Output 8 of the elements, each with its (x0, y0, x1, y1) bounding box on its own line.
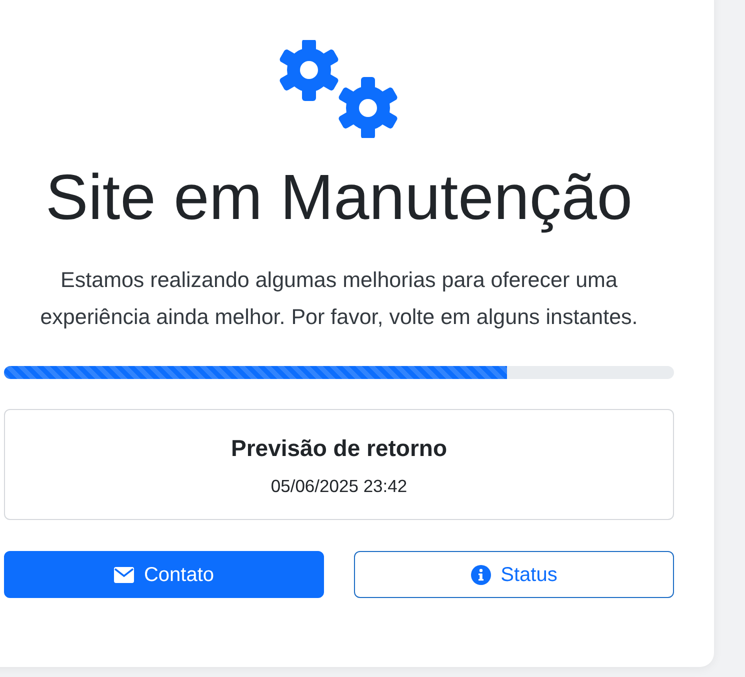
maintenance-message: Estamos realizando algumas melhorias para oferecer uma experiência ainda melhor. Por favor, volte em alguns instantes. (39, 267, 639, 332)
page-title: Site em Manutenção (46, 162, 632, 232)
contact-button[interactable]: Contato (4, 551, 324, 598)
info-icon (470, 564, 491, 585)
forecast-label: Previsão de retorno (230, 434, 448, 463)
status-button[interactable]: Status (354, 551, 674, 598)
forecast-datetime: 05/06/2025 23:42 (270, 475, 408, 498)
envelope-icon (114, 566, 134, 583)
